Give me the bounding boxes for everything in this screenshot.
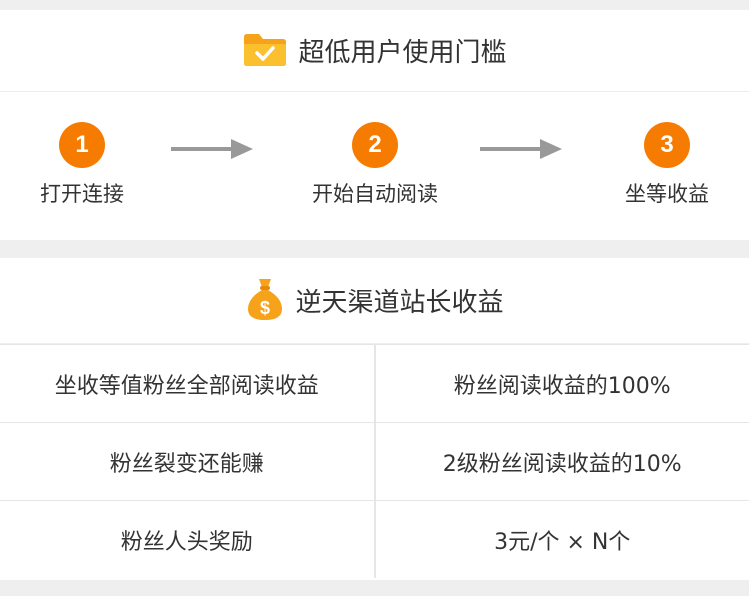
rewards-table: 坐收等值粉丝全部阅读收益 粉丝阅读收益的100% 粉丝裂变还能赚 2级粉丝阅读收… (0, 344, 749, 578)
money-bag-icon: $ (245, 276, 285, 326)
step-number-badge: 2 (352, 122, 398, 168)
user-threshold-card: 超低用户使用门槛 1 打开连接 2 开始自动阅读 3 坐等收益 (0, 10, 749, 240)
table-row: 坐收等值粉丝全部阅读收益 粉丝阅读收益的100% (0, 344, 749, 423)
arrow-right-icon (171, 138, 253, 164)
reward-item: 粉丝裂变还能赚 (0, 422, 376, 501)
top-strip (0, 0, 749, 10)
user-threshold-header: 超低用户使用门槛 (0, 10, 749, 92)
reward-value: 2级粉丝阅读收益的10% (374, 422, 749, 501)
step-collect-earnings: 3 坐等收益 (587, 122, 747, 208)
reward-value: 3元/个 × N个 (374, 500, 749, 578)
step-number-badge: 1 (59, 122, 105, 168)
webmaster-earnings-header: $ 逆天渠道站长收益 (0, 258, 749, 344)
step-label: 打开连接 (40, 182, 124, 206)
reward-item: 坐收等值粉丝全部阅读收益 (0, 344, 376, 423)
svg-text:$: $ (260, 298, 270, 318)
table-row: 粉丝裂变还能赚 2级粉丝阅读收益的10% (0, 422, 749, 501)
step-open-link: 1 打开连接 (2, 122, 162, 208)
arrow-right-icon (480, 138, 562, 164)
webmaster-earnings-title: 逆天渠道站长收益 (295, 288, 504, 318)
table-row: 粉丝人头奖励 3元/个 × N个 (0, 500, 749, 578)
step-label: 开始自动阅读 (312, 182, 438, 206)
step-number-badge: 3 (644, 122, 690, 168)
reward-value: 粉丝阅读收益的100% (374, 344, 749, 423)
reward-item: 粉丝人头奖励 (0, 500, 376, 578)
user-threshold-title: 超低用户使用门槛 (298, 38, 507, 68)
bottom-strip (0, 580, 749, 596)
step-auto-read: 2 开始自动阅读 (295, 122, 455, 208)
step-label: 坐等收益 (625, 182, 709, 206)
webmaster-earnings-card: $ 逆天渠道站长收益 坐收等值粉丝全部阅读收益 粉丝阅读收益的100% 粉丝裂变… (0, 258, 749, 580)
steps-row: 1 打开连接 2 开始自动阅读 3 坐等收益 (0, 92, 749, 232)
folder-check-icon (242, 31, 288, 71)
